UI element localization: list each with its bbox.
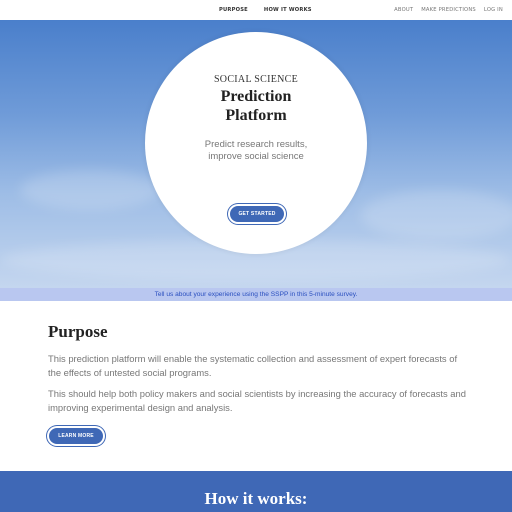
survey-banner: Tell us about your experience using the … — [0, 288, 512, 301]
cloud-decoration — [360, 190, 512, 240]
nav-link-make-predictions[interactable]: MAKE PREDICTIONS — [421, 7, 476, 13]
cloud-decoration — [20, 170, 160, 210]
top-navigation: PURPOSE HOW IT WORKS ABOUT MAKE PREDICTI… — [0, 0, 512, 21]
hero-subtitle: Predict research results, improve social… — [165, 139, 347, 163]
hero-title: Prediction Platform — [145, 87, 367, 125]
get-started-button[interactable]: GET STARTED — [230, 206, 284, 222]
hero-card: SOCIAL SCIENCE Prediction Platform Predi… — [145, 32, 367, 254]
hero-subtitle-line1: Predict research results, — [204, 139, 308, 150]
survey-link[interactable]: Tell us about your experience using the … — [155, 291, 358, 298]
how-it-works-section: How it works: — [0, 471, 512, 512]
nav-link-about[interactable]: ABOUT — [394, 7, 413, 13]
nav-center-links: PURPOSE HOW IT WORKS — [219, 7, 312, 13]
hero-subtitle-line2: improve social science — [208, 151, 304, 162]
hero-section: SOCIAL SCIENCE Prediction Platform Predi… — [0, 20, 512, 288]
hero-title-line2: Platform — [225, 107, 287, 124]
nav-right-links: ABOUT MAKE PREDICTIONS LOG IN — [394, 7, 503, 13]
nav-link-how-it-works[interactable]: HOW IT WORKS — [264, 7, 312, 13]
hero-kicker: SOCIAL SCIENCE — [213, 74, 299, 85]
purpose-heading: Purpose — [48, 322, 108, 341]
nav-link-log-in[interactable]: LOG IN — [484, 7, 503, 13]
hero-title-line1: Prediction — [220, 88, 292, 105]
learn-more-button[interactable]: LEARN MORE — [49, 428, 103, 444]
purpose-paragraph-1: This prediction platform will enable the… — [48, 353, 458, 378]
nav-link-purpose[interactable]: PURPOSE — [219, 7, 248, 13]
how-it-works-heading: How it works: — [204, 489, 308, 508]
purpose-paragraph-2: This should help both policy makers and … — [48, 388, 466, 413]
